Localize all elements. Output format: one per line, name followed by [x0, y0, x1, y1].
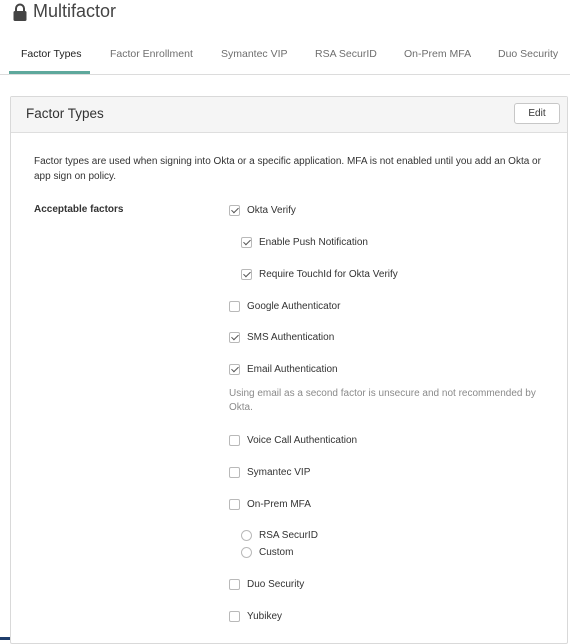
okta-verify-label: Okta Verify — [247, 204, 296, 216]
rsa-securid-label: RSA SecurID — [259, 529, 318, 541]
factor-touchid: Require TouchId for Okta Verify — [241, 267, 398, 281]
push-notification-label: Enable Push Notification — [259, 236, 368, 248]
voice-call-checkbox[interactable] — [229, 434, 240, 446]
push-notification-checkbox[interactable] — [241, 236, 252, 248]
factor-google-authenticator: Google Authenticator — [229, 299, 340, 313]
factor-email: Email Authentication — [229, 362, 338, 376]
factor-on-prem-mfa: On-Prem MFA — [229, 497, 311, 511]
tab-factor-types[interactable]: Factor Types — [21, 48, 82, 60]
email-checkbox[interactable] — [229, 363, 240, 375]
factor-duo-security: Duo Security — [229, 577, 304, 591]
google-authenticator-label: Google Authenticator — [247, 300, 341, 312]
on-prem-mfa-checkbox[interactable] — [229, 498, 240, 510]
factor-sms: SMS Authentication — [229, 330, 334, 344]
panel-title: Factor Types — [26, 106, 104, 121]
touchid-label: Require TouchId for Okta Verify — [259, 268, 398, 280]
tab-on-prem-mfa[interactable]: On-Prem MFA — [404, 48, 471, 60]
factor-push-notification: Enable Push Notification — [241, 235, 368, 249]
google-authenticator-checkbox[interactable] — [229, 300, 240, 312]
custom-label: Custom — [259, 546, 294, 558]
sms-checkbox[interactable] — [229, 331, 240, 343]
duo-security-label: Duo Security — [247, 578, 305, 590]
symantec-vip-label: Symantec VIP — [247, 466, 311, 478]
rsa-securid-radio[interactable] — [241, 529, 252, 541]
factor-types-panel: Factor Types Edit Factor types are used … — [10, 96, 568, 644]
tab-duo-security[interactable]: Duo Security — [498, 48, 558, 60]
duo-security-checkbox[interactable] — [229, 578, 240, 590]
page-header: Multifactor — [0, 0, 570, 30]
page-title: Multifactor — [33, 1, 117, 21]
touchid-checkbox[interactable] — [241, 268, 252, 280]
custom-radio[interactable] — [241, 546, 252, 558]
factor-voice-call: Voice Call Authentication — [229, 433, 357, 447]
factor-yubikey: Yubikey — [229, 609, 282, 623]
email-label: Email Authentication — [247, 363, 338, 375]
option-rsa-securid: RSA SecurID — [241, 528, 318, 542]
on-prem-mfa-label: On-Prem MFA — [247, 498, 311, 510]
symantec-vip-checkbox[interactable] — [229, 466, 240, 478]
tab-bar: Factor Types Factor Enrollment Symantec … — [0, 42, 570, 75]
factor-symantec-vip: Symantec VIP — [229, 465, 310, 479]
yubikey-checkbox[interactable] — [229, 610, 240, 622]
yubikey-label: Yubikey — [247, 610, 283, 622]
tab-rsa-securid[interactable]: RSA SecurID — [315, 48, 377, 60]
factor-okta-verify: Okta Verify — [229, 203, 296, 217]
lock-icon — [13, 3, 27, 21]
sms-label: SMS Authentication — [247, 331, 335, 343]
panel-description: Factor types are used when signing into … — [34, 156, 541, 182]
active-tab-indicator — [9, 71, 90, 74]
acceptable-factors-label: Acceptable factors — [34, 204, 124, 215]
email-warning-note: Using email as a second factor is unsecu… — [229, 388, 536, 413]
tab-factor-enrollment[interactable]: Factor Enrollment — [110, 48, 193, 60]
okta-verify-checkbox[interactable] — [229, 204, 240, 216]
tab-symantec-vip[interactable]: Symantec VIP — [221, 48, 288, 60]
panel-header: Factor Types Edit — [11, 97, 567, 133]
option-custom: Custom — [241, 545, 293, 559]
edit-button[interactable]: Edit — [514, 103, 560, 124]
voice-call-label: Voice Call Authentication — [247, 434, 358, 446]
